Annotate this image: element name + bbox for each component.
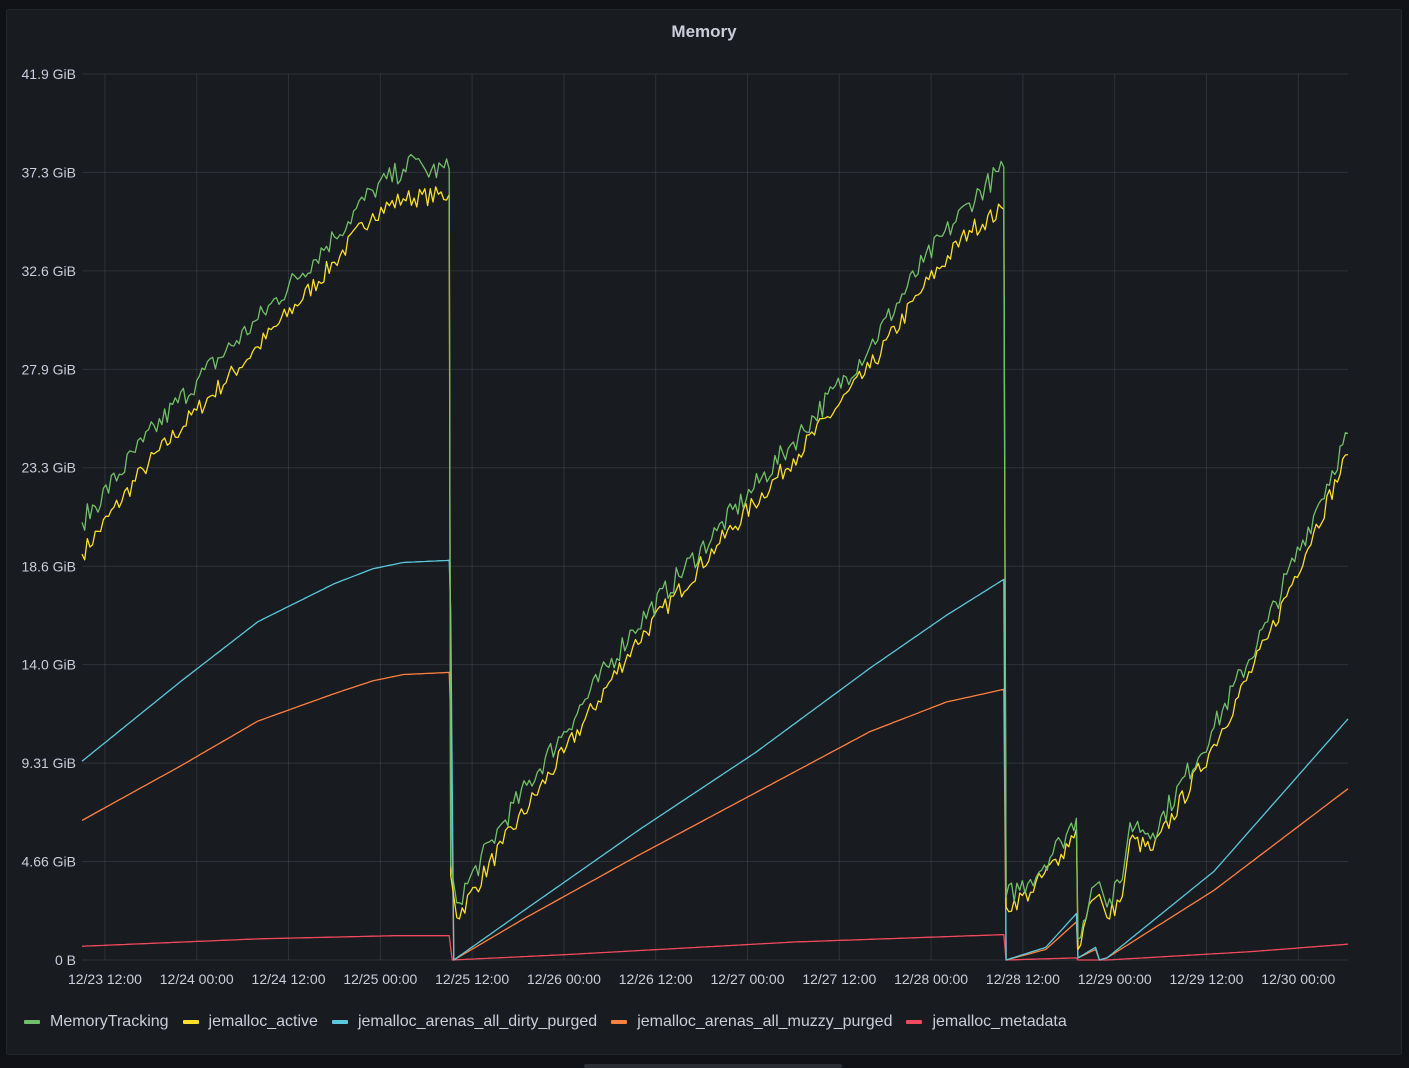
y-tick-label: 9.31 GiB bbox=[22, 755, 76, 771]
x-axis-ticks: 12/23 12:00 12/24 00:00 12/24 12:00 12/25 0… bbox=[68, 971, 1336, 987]
y-tick-label: 27.9 GiB bbox=[22, 361, 76, 377]
y-axis-ticks: 0 B 4.66 GiB 9.31 GiB 14.0 GiB 18.6 GiB 23.3 … bbox=[22, 66, 76, 968]
x-tick-label: 12/28 00:00 bbox=[894, 971, 968, 987]
legend-swatch bbox=[906, 1020, 923, 1024]
y-tick-label: 32.6 GiB bbox=[22, 263, 76, 279]
legend-swatch bbox=[182, 1020, 199, 1024]
y-tick-label: 0 B bbox=[55, 952, 76, 968]
y-tick-label: 41.9 GiB bbox=[22, 66, 76, 82]
legend-item[interactable]: jemalloc_arenas_all_dirty_purged bbox=[331, 1013, 598, 1031]
x-tick-label: 12/25 12:00 bbox=[435, 971, 509, 987]
horizontal-scrollbar[interactable] bbox=[584, 1064, 842, 1068]
x-tick-label: 12/29 12:00 bbox=[1169, 971, 1243, 987]
series-line-memorytracking[interactable] bbox=[81, 153, 1349, 940]
series-line-jemalloc-arenas-all-dirty-purged[interactable] bbox=[81, 559, 1349, 961]
y-tick-label: 37.3 GiB bbox=[22, 164, 76, 180]
x-tick-label: 12/27 00:00 bbox=[711, 971, 785, 987]
legend-label: jemalloc_active bbox=[208, 1013, 318, 1030]
legend-swatch bbox=[331, 1020, 348, 1024]
series-line-jemalloc-metadata[interactable] bbox=[81, 933, 1349, 961]
y-tick-label: 18.6 GiB bbox=[22, 558, 76, 574]
x-tick-label: 12/27 12:00 bbox=[802, 971, 876, 987]
x-tick-label: 12/26 00:00 bbox=[527, 971, 601, 987]
legend-item[interactable]: jemalloc_active bbox=[182, 1013, 318, 1031]
legend-label: jemalloc_arenas_all_dirty_purged bbox=[357, 1013, 598, 1030]
y-tick-label: 4.66 GiB bbox=[22, 853, 76, 869]
legend-label: jemalloc_metadata bbox=[932, 1013, 1067, 1030]
x-tick-label: 12/24 12:00 bbox=[252, 971, 326, 987]
legend-swatch bbox=[611, 1020, 628, 1024]
legend-label: jemalloc_arenas_all_muzzy_purged bbox=[637, 1013, 893, 1030]
legend-item[interactable]: MemoryTracking bbox=[24, 1013, 169, 1031]
legend-item[interactable]: jemalloc_arenas_all_muzzy_purged bbox=[611, 1013, 892, 1031]
chart-legend: MemoryTracking jemalloc_active jemalloc_ar… bbox=[24, 1013, 1081, 1031]
x-tick-label: 12/30 00:00 bbox=[1261, 971, 1335, 987]
y-tick-label: 14.0 GiB bbox=[22, 657, 76, 673]
x-tick-label: 12/26 12:00 bbox=[619, 971, 693, 987]
chart-grid bbox=[82, 73, 1348, 961]
x-tick-label: 12/24 00:00 bbox=[160, 971, 234, 987]
legend-item[interactable]: jemalloc_metadata bbox=[906, 1013, 1067, 1031]
chart-series bbox=[81, 153, 1349, 961]
legend-label: MemoryTracking bbox=[50, 1013, 169, 1030]
x-tick-label: 12/23 12:00 bbox=[68, 971, 142, 987]
x-tick-label: 12/29 00:00 bbox=[1078, 971, 1152, 987]
memory-chart: 0 B 4.66 GiB 9.31 GiB 14.0 GiB 18.6 GiB 23.3 … bbox=[22, 66, 1349, 987]
y-tick-label: 23.3 GiB bbox=[22, 460, 76, 476]
x-tick-label: 12/25 00:00 bbox=[343, 971, 417, 987]
legend-swatch bbox=[24, 1020, 40, 1024]
x-tick-label: 12/28 12:00 bbox=[986, 971, 1060, 987]
